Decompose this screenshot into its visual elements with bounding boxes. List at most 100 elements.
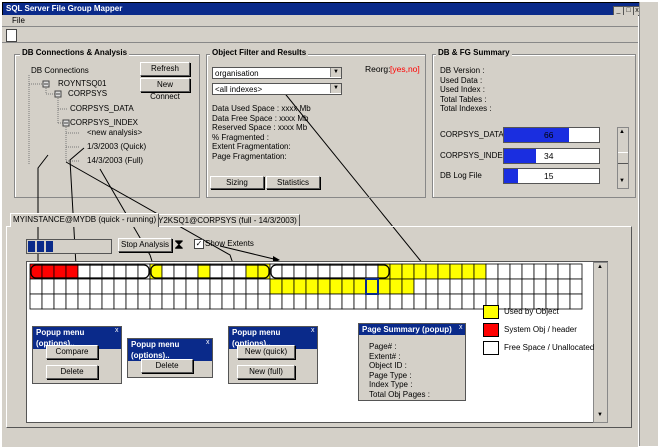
page-cell[interactable] xyxy=(173,263,187,280)
page-cell[interactable] xyxy=(449,263,463,280)
page-cell[interactable] xyxy=(245,263,259,280)
page-cell[interactable] xyxy=(389,293,403,310)
scroll-up-icon[interactable]: ▲ xyxy=(619,129,625,135)
page-cell[interactable] xyxy=(221,263,235,280)
page-cell[interactable] xyxy=(341,278,355,295)
page-cell[interactable] xyxy=(233,278,247,295)
page-cell[interactable] xyxy=(305,293,319,310)
page-cell[interactable] xyxy=(185,263,199,280)
page-cell[interactable] xyxy=(341,263,355,280)
page-cell[interactable] xyxy=(305,263,319,280)
page-cell[interactable] xyxy=(353,278,367,295)
page-cell[interactable] xyxy=(329,263,343,280)
page-cell[interactable] xyxy=(137,278,151,295)
page-cell[interactable] xyxy=(281,263,295,280)
page-cell[interactable] xyxy=(497,263,511,280)
delete-button[interactable]: Delete xyxy=(46,365,98,379)
page-cell[interactable] xyxy=(161,263,175,280)
page-cell[interactable] xyxy=(293,278,307,295)
page-cell[interactable] xyxy=(89,293,103,310)
page-cell[interactable] xyxy=(413,293,427,310)
page-cell[interactable] xyxy=(413,278,427,295)
page-cell[interactable] xyxy=(29,293,43,310)
page-cell[interactable] xyxy=(65,293,79,310)
sizing-button[interactable]: Sizing xyxy=(210,176,264,189)
page-cell[interactable] xyxy=(161,278,175,295)
page-cell[interactable] xyxy=(437,278,451,295)
page-cell[interactable] xyxy=(53,293,67,310)
page-cell[interactable] xyxy=(65,278,79,295)
page-cell[interactable] xyxy=(401,263,415,280)
page-cell[interactable] xyxy=(305,278,319,295)
page-cell[interactable] xyxy=(521,278,535,295)
page-cell[interactable] xyxy=(233,293,247,310)
page-cell[interactable] xyxy=(317,278,331,295)
compare-button[interactable]: Compare xyxy=(46,345,98,359)
page-cell[interactable] xyxy=(401,278,415,295)
page-cell[interactable] xyxy=(149,263,163,280)
page-cell[interactable] xyxy=(101,263,115,280)
delete-button[interactable]: Delete xyxy=(141,359,193,373)
page-cell[interactable] xyxy=(425,293,439,310)
page-cell[interactable] xyxy=(149,278,163,295)
page-cell[interactable] xyxy=(185,278,199,295)
tree-data-file[interactable]: CORPSYS_DATA xyxy=(70,104,134,113)
page-cell[interactable] xyxy=(377,263,391,280)
page-cell[interactable] xyxy=(125,278,139,295)
page-cell[interactable] xyxy=(461,293,475,310)
page-cell[interactable] xyxy=(365,263,379,280)
tree-root[interactable]: DB Connections xyxy=(31,66,89,75)
page-cell[interactable] xyxy=(485,263,499,280)
page-cell[interactable] xyxy=(281,293,295,310)
page-cell[interactable] xyxy=(425,263,439,280)
page-cell[interactable] xyxy=(461,263,475,280)
page-cell[interactable] xyxy=(233,263,247,280)
page-cell[interactable] xyxy=(41,278,55,295)
page-cell[interactable] xyxy=(257,278,271,295)
page-cell[interactable] xyxy=(377,278,391,295)
index-select[interactable]: <all indexes> ▼ xyxy=(212,83,342,95)
page-cell[interactable] xyxy=(377,293,391,310)
page-cell[interactable] xyxy=(197,293,211,310)
page-cell[interactable] xyxy=(173,293,187,310)
page-cell[interactable] xyxy=(221,293,235,310)
page-cell[interactable] xyxy=(161,293,175,310)
page-cell[interactable] xyxy=(113,278,127,295)
page-cell[interactable] xyxy=(149,293,163,310)
summary-scrollbar[interactable]: ▲ ▼ xyxy=(617,127,629,189)
page-cell[interactable] xyxy=(401,293,415,310)
page-cell[interactable] xyxy=(245,278,259,295)
page-cell[interactable] xyxy=(209,263,223,280)
page-cell[interactable] xyxy=(365,293,379,310)
page-cell[interactable] xyxy=(329,293,343,310)
page-cell[interactable] xyxy=(53,278,67,295)
page-cell[interactable] xyxy=(65,263,79,280)
page-cell[interactable] xyxy=(41,293,55,310)
page-cell[interactable] xyxy=(365,278,379,295)
page-cell[interactable] xyxy=(29,278,43,295)
page-cell[interactable] xyxy=(497,278,511,295)
page-cell[interactable] xyxy=(317,263,331,280)
statistics-button[interactable]: Statistics xyxy=(266,176,320,189)
page-cell[interactable] xyxy=(449,293,463,310)
page-cell[interactable] xyxy=(293,293,307,310)
page-cell[interactable] xyxy=(77,263,91,280)
page-cell[interactable] xyxy=(461,278,475,295)
page-cell[interactable] xyxy=(257,293,271,310)
page-cell[interactable] xyxy=(29,263,43,280)
page-cell[interactable] xyxy=(245,293,259,310)
page-cell[interactable] xyxy=(353,293,367,310)
page-cell[interactable] xyxy=(509,278,523,295)
page-cell[interactable] xyxy=(449,278,463,295)
new-full-button[interactable]: New (full) xyxy=(237,365,295,379)
close-icon[interactable]: x xyxy=(206,339,210,346)
page-cell[interactable] xyxy=(197,278,211,295)
scroll-up-icon[interactable]: ▲ xyxy=(597,264,603,270)
tree-analysis-full[interactable]: 14/3/2003 (Full) xyxy=(87,156,143,165)
page-cell[interactable] xyxy=(557,263,571,280)
page-cell[interactable] xyxy=(113,263,127,280)
page-cell[interactable] xyxy=(509,263,523,280)
page-cell[interactable] xyxy=(269,263,283,280)
tree-analysis-quick[interactable]: 1/3/2003 (Quick) xyxy=(87,142,146,151)
page-cell[interactable] xyxy=(125,263,139,280)
